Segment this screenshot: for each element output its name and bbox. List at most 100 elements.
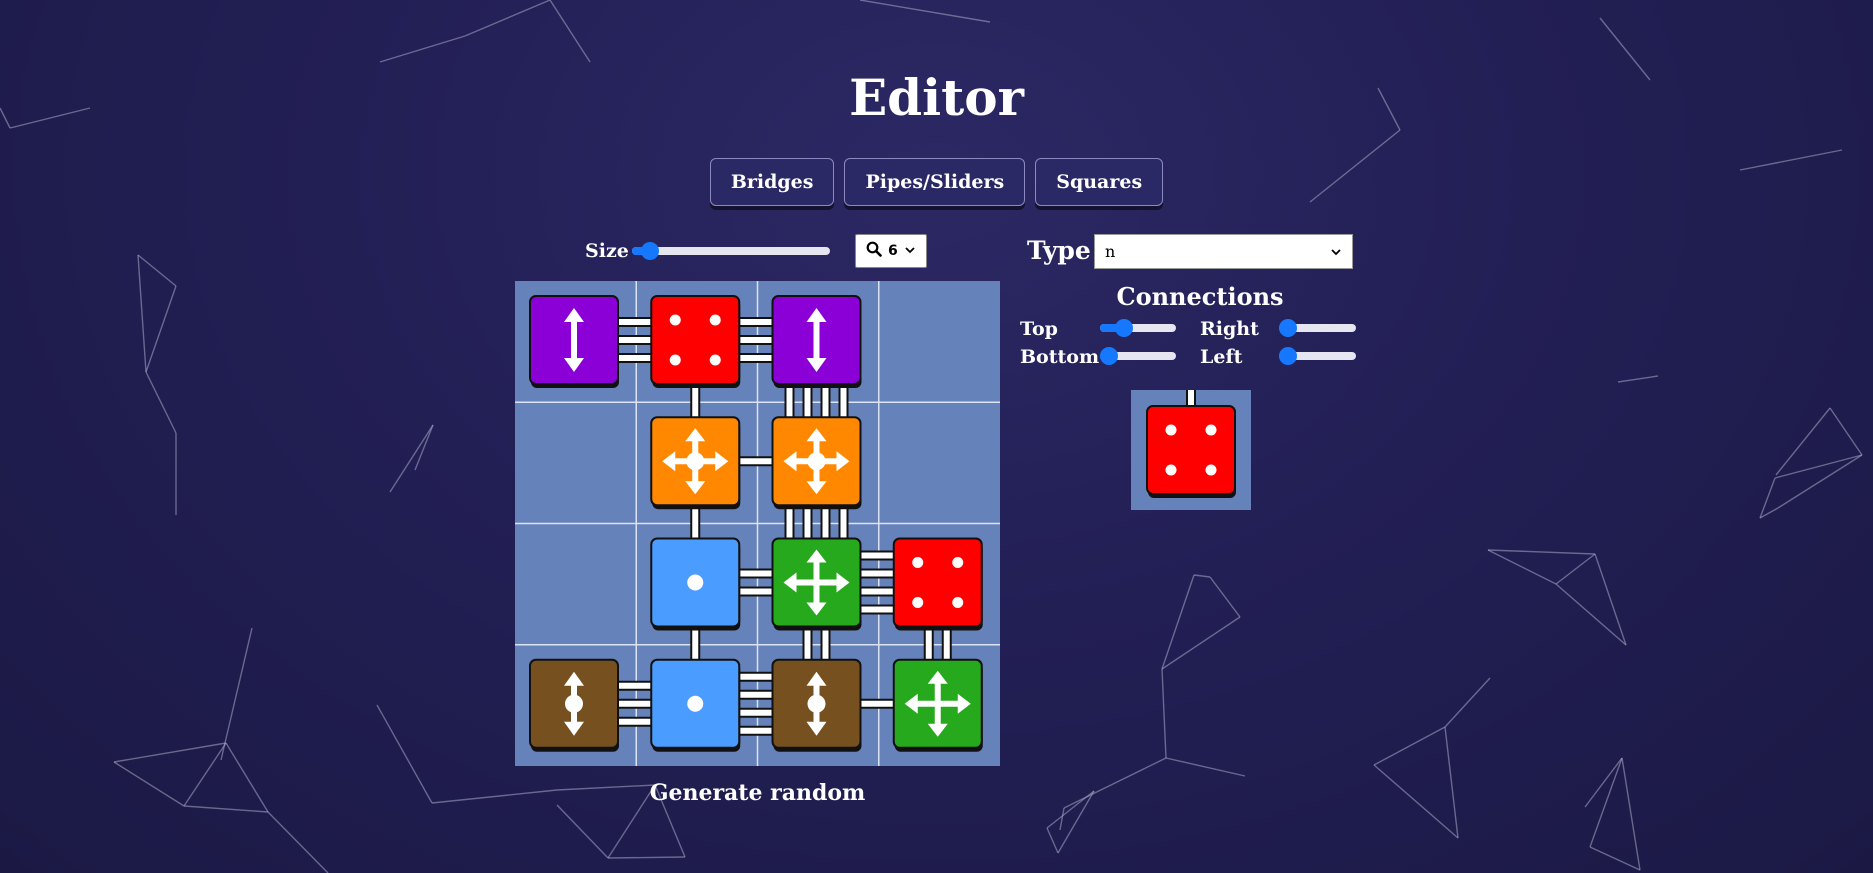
background-line <box>859 0 991 23</box>
tile-red[interactable] <box>892 537 983 631</box>
slider-knob[interactable] <box>1279 319 1297 337</box>
background-line <box>1165 757 1246 777</box>
tile-orange[interactable] <box>771 416 862 510</box>
background-line <box>1193 574 1211 578</box>
tile-purple[interactable] <box>771 295 862 388</box>
bridge-connector <box>857 568 897 579</box>
dot-icon <box>912 557 924 568</box>
preview-canvas <box>1146 387 1236 498</box>
type-label: Type <box>1027 236 1091 265</box>
dot-icon <box>952 557 964 568</box>
bridge-connector <box>736 725 776 736</box>
background-line <box>1584 757 1623 808</box>
dot-icon <box>1205 424 1217 436</box>
dot-icon <box>669 314 681 326</box>
background-line <box>1487 549 1557 585</box>
tile-green[interactable] <box>892 658 983 752</box>
connection-right-slider[interactable] <box>1279 319 1356 337</box>
dot-icon <box>709 314 721 326</box>
bridge-connector <box>736 353 776 363</box>
bridge-connector <box>615 353 655 363</box>
tab-squares[interactable]: Squares <box>1035 158 1164 206</box>
background-line <box>220 627 253 761</box>
bridge-connector <box>857 586 897 597</box>
background-line <box>1046 827 1059 854</box>
tile-brown[interactable] <box>771 658 862 752</box>
background-line <box>1829 407 1863 456</box>
slider-knob[interactable] <box>1279 347 1297 365</box>
background-line <box>1373 764 1459 839</box>
background-line <box>183 742 227 807</box>
background-line <box>549 0 591 63</box>
zoom-value: 6 <box>888 243 898 259</box>
board-canvas[interactable] <box>515 281 1000 766</box>
tile-body <box>1146 405 1236 495</box>
background-line <box>145 371 177 434</box>
dot-icon <box>1205 464 1217 476</box>
tile-blue[interactable] <box>650 537 741 631</box>
background-line <box>1161 574 1195 670</box>
bridge-connector <box>615 698 655 709</box>
background-line <box>376 704 433 804</box>
slider-knob[interactable] <box>1114 319 1133 337</box>
magnifier-icon <box>866 241 882 261</box>
background-line <box>1621 757 1641 871</box>
type-select-value: n <box>1105 242 1116 261</box>
size-slider[interactable] <box>632 242 830 260</box>
background-line <box>1373 726 1446 766</box>
type-select[interactable]: n <box>1094 234 1353 269</box>
bridge-connector <box>736 568 776 579</box>
background-line <box>379 35 466 63</box>
background-line <box>137 254 147 373</box>
bridge-connector <box>857 550 897 561</box>
dot-icon <box>686 452 705 471</box>
chevron-down-icon <box>904 243 916 259</box>
dot-icon <box>807 452 826 471</box>
generate-random-button[interactable]: Generate random <box>640 780 875 806</box>
zoom-select[interactable]: 6 <box>855 234 927 268</box>
chevron-down-icon <box>1330 242 1342 261</box>
connection-top-slider[interactable] <box>1100 319 1176 337</box>
puzzle-board[interactable] <box>515 281 1000 766</box>
bridge-connector <box>615 335 655 345</box>
connection-left-label: Left <box>1200 346 1243 368</box>
slider-knob[interactable] <box>1100 347 1118 365</box>
background-line <box>1589 846 1641 871</box>
background-line <box>1555 553 1596 585</box>
background-line <box>431 789 558 804</box>
tile-preview <box>1131 387 1251 510</box>
tile-purple[interactable] <box>529 295 619 388</box>
background-line <box>1046 790 1095 829</box>
size-slider-knob[interactable] <box>641 242 659 260</box>
bridge-connector <box>857 604 897 615</box>
background-line <box>607 856 686 859</box>
tile-orange[interactable] <box>650 416 741 510</box>
tab-pipes-sliders[interactable]: Pipes/Sliders <box>844 158 1026 206</box>
connection-right-label: Right <box>1200 318 1259 340</box>
tile-blue[interactable] <box>650 658 741 752</box>
tile-red[interactable] <box>650 295 741 388</box>
background-line <box>556 804 609 859</box>
tile-body <box>892 537 983 628</box>
background-line <box>389 424 434 493</box>
bridge-connector <box>615 716 655 727</box>
background-line <box>113 742 227 763</box>
background-line <box>267 811 329 873</box>
bridge-connector <box>736 707 776 718</box>
connections-title: Connections <box>1116 282 1284 311</box>
background-line <box>1444 726 1459 839</box>
background-line <box>1161 668 1167 759</box>
tile-brown[interactable] <box>529 658 619 752</box>
preview-tile[interactable] <box>1146 405 1236 498</box>
background-line <box>1589 757 1623 848</box>
connection-bottom-slider[interactable] <box>1100 347 1176 365</box>
background-line <box>414 424 434 471</box>
bridge-connector <box>736 335 776 345</box>
connection-left-slider[interactable] <box>1279 347 1356 365</box>
tile-green[interactable] <box>771 537 862 631</box>
tile-body <box>650 295 741 385</box>
background-line <box>464 0 551 37</box>
tab-bridges[interactable]: Bridges <box>709 158 835 206</box>
bridge-connector <box>736 586 776 597</box>
background-line <box>1444 677 1491 728</box>
